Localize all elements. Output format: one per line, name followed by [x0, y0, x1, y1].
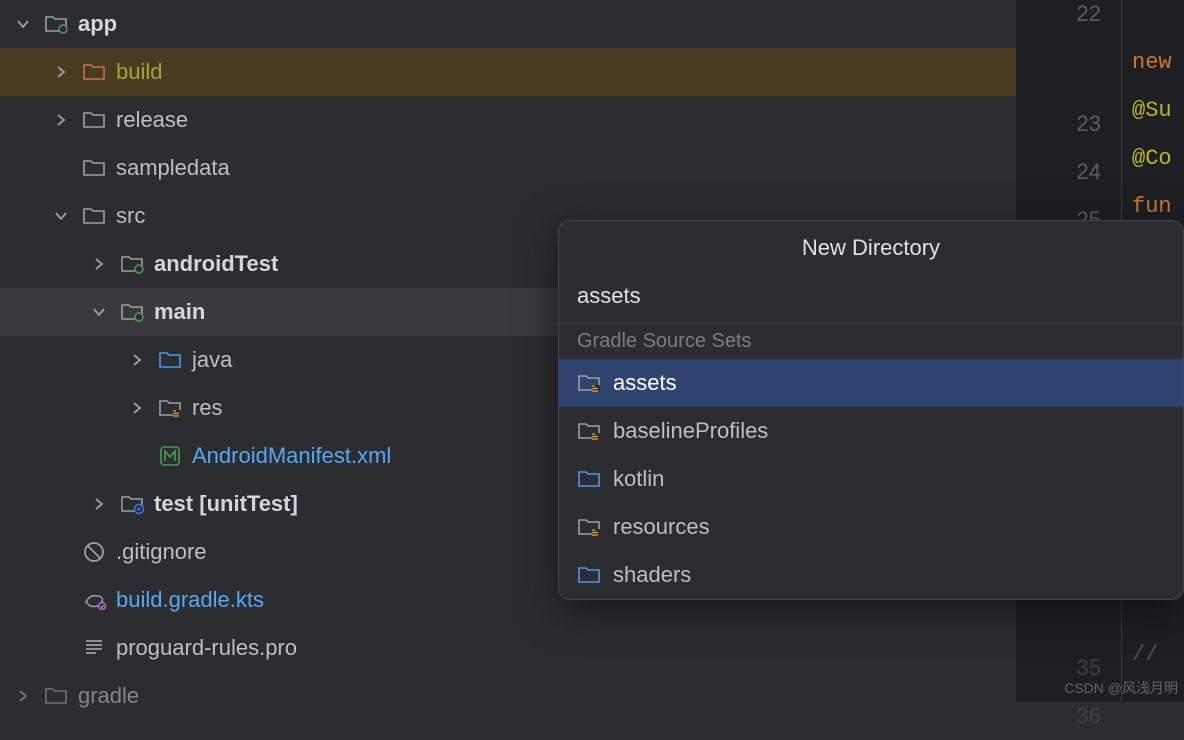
tree-item-gradle[interactable]: gradle	[0, 672, 1016, 720]
resource-folder-icon	[577, 419, 601, 443]
tree-label: release	[116, 107, 188, 133]
ignore-icon	[82, 540, 106, 564]
tree-label: gradle	[78, 683, 139, 709]
source-folder-icon	[577, 563, 601, 587]
line-number: 24	[1016, 148, 1101, 196]
new-directory-popup: New Directory Gradle Source Sets assets …	[558, 220, 1184, 600]
source-folder-icon	[158, 348, 182, 372]
code-token: //	[1132, 642, 1158, 667]
tree-label: res	[192, 395, 223, 421]
suggestion-shaders[interactable]: shaders	[559, 551, 1183, 599]
tree-label: main	[154, 299, 205, 325]
folder-icon	[82, 108, 106, 132]
suggestion-label: baselineProfiles	[613, 418, 768, 444]
tree-item-app[interactable]: app	[0, 0, 1016, 48]
module-folder-icon	[44, 12, 68, 36]
chevron-right-icon[interactable]	[86, 251, 112, 277]
suggestion-baselineProfiles[interactable]: baselineProfiles	[559, 407, 1183, 455]
code-token: @Co	[1132, 146, 1172, 171]
tree-label: build	[116, 59, 162, 85]
watermark: CSDN @风浅月明	[1064, 678, 1178, 698]
chevron-right-icon[interactable]	[124, 347, 150, 373]
popup-section-header: Gradle Source Sets	[559, 323, 1183, 359]
chevron-right-icon[interactable]	[10, 683, 36, 709]
resource-folder-icon	[577, 371, 601, 395]
folder-icon	[82, 204, 106, 228]
tree-label: .gitignore	[116, 539, 207, 565]
folder-icon	[44, 684, 68, 708]
chevron-down-icon[interactable]	[48, 203, 74, 229]
line-number: 23	[1016, 100, 1101, 148]
code-token: fun	[1132, 194, 1172, 219]
code-token: new	[1132, 50, 1172, 75]
tree-item-sampledata[interactable]: sampledata	[0, 144, 1016, 192]
tree-label: app	[78, 11, 117, 37]
tree-label: test [unitTest]	[154, 491, 298, 517]
test-folder-icon	[120, 492, 144, 516]
resource-folder-icon	[158, 396, 182, 420]
module-folder-icon	[120, 252, 144, 276]
tree-label: build.gradle.kts	[116, 587, 264, 613]
gradle-icon	[82, 588, 106, 612]
suggestion-assets[interactable]: assets	[559, 359, 1183, 407]
chevron-right-icon[interactable]	[48, 59, 74, 85]
line-number: 36	[1016, 692, 1101, 740]
tree-label: sampledata	[116, 155, 230, 181]
suggestion-label: kotlin	[613, 466, 664, 492]
directory-name-input[interactable]	[577, 283, 1165, 309]
tree-item-proguard[interactable]: proguard-rules.pro	[0, 624, 1016, 672]
suggestion-resources[interactable]: resources	[559, 503, 1183, 551]
tree-label: proguard-rules.pro	[116, 635, 297, 661]
chevron-right-icon[interactable]	[86, 491, 112, 517]
suggestion-kotlin[interactable]: kotlin	[559, 455, 1183, 503]
suggestion-label: assets	[613, 370, 677, 396]
source-folder-icon	[577, 467, 601, 491]
tree-label: src	[116, 203, 145, 229]
tree-label: java	[192, 347, 232, 373]
suggestion-label: shaders	[613, 562, 691, 588]
text-file-icon	[82, 636, 106, 660]
popup-title: New Directory	[559, 221, 1183, 275]
chevron-down-icon[interactable]	[86, 299, 112, 325]
code-token: @Su	[1132, 98, 1172, 123]
suggestion-label: resources	[613, 514, 710, 540]
tree-item-release[interactable]: release	[0, 96, 1016, 144]
tree-item-build[interactable]: build	[0, 48, 1016, 96]
chevron-right-icon[interactable]	[48, 107, 74, 133]
folder-icon	[82, 156, 106, 180]
manifest-icon	[158, 444, 182, 468]
directory-name-input-wrapper	[559, 275, 1183, 323]
line-number: 22	[1016, 0, 1101, 38]
tree-label: androidTest	[154, 251, 278, 277]
chevron-right-icon[interactable]	[124, 395, 150, 421]
chevron-down-icon[interactable]	[10, 11, 36, 37]
tree-label: AndroidManifest.xml	[192, 443, 391, 469]
module-folder-icon	[120, 300, 144, 324]
build-folder-icon	[82, 60, 106, 84]
resource-folder-icon	[577, 515, 601, 539]
